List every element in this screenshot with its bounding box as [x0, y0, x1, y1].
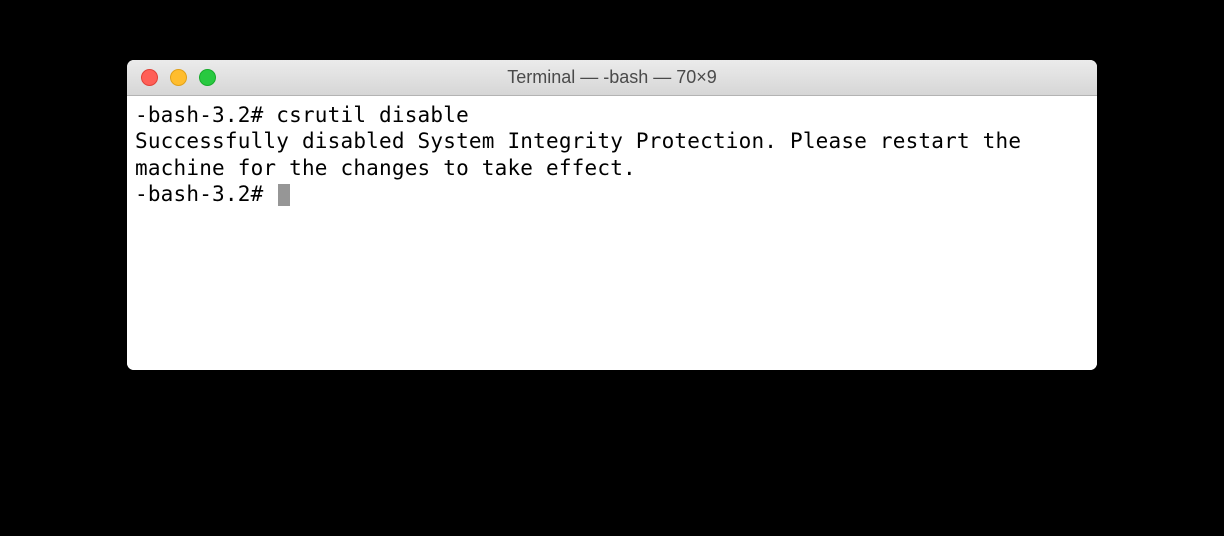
close-button[interactable] — [141, 69, 158, 86]
shell-prompt: -bash-3.2# — [135, 103, 276, 127]
window-title: Terminal — -bash — 70×9 — [127, 67, 1097, 88]
traffic-lights — [127, 69, 216, 86]
titlebar[interactable]: Terminal — -bash — 70×9 — [127, 60, 1097, 96]
terminal-body[interactable]: -bash-3.2# csrutil disableSuccessfully d… — [127, 96, 1097, 370]
terminal-window: Terminal — -bash — 70×9 -bash-3.2# csrut… — [127, 60, 1097, 370]
terminal-output: Successfully disabled System Integrity P… — [135, 128, 1089, 181]
terminal-line: -bash-3.2# csrutil disable — [135, 102, 1089, 128]
maximize-button[interactable] — [199, 69, 216, 86]
shell-prompt: -bash-3.2# — [135, 182, 276, 206]
shell-command: csrutil disable — [276, 103, 469, 127]
minimize-button[interactable] — [170, 69, 187, 86]
cursor-icon — [278, 184, 290, 206]
